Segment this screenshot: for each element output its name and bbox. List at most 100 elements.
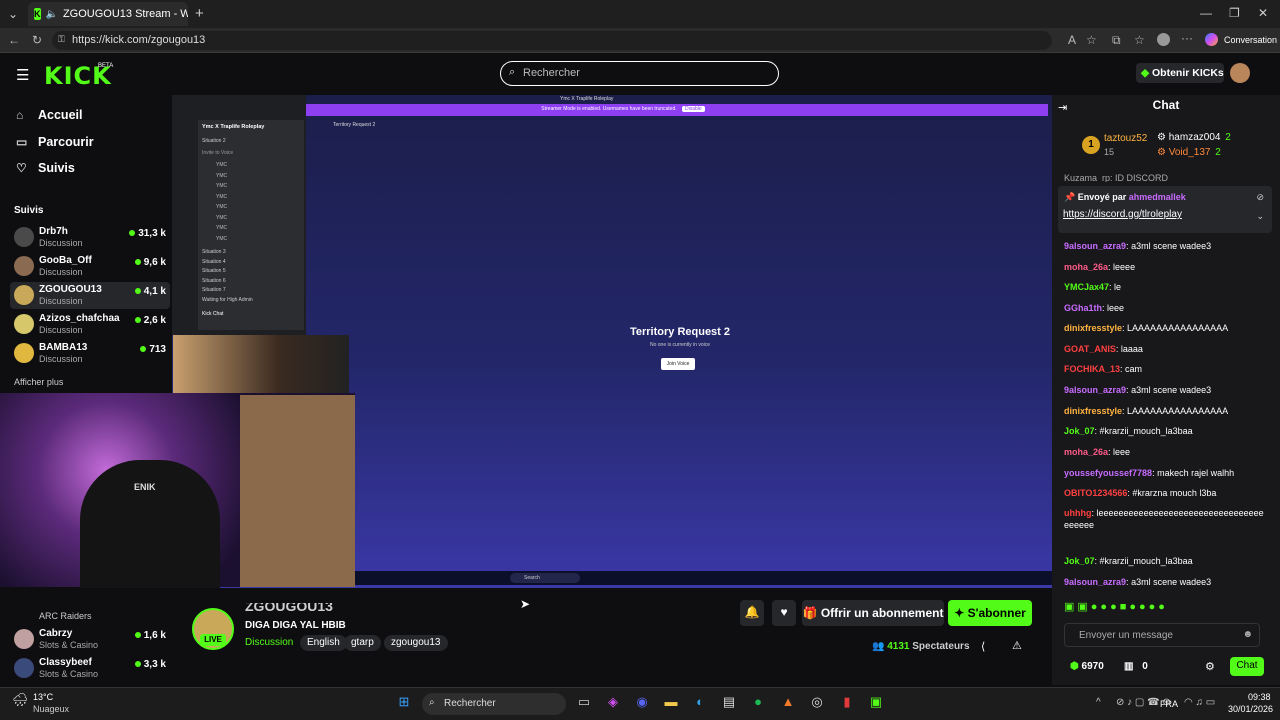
tag-zgougou13[interactable]: zgougou13 [384, 635, 448, 651]
speaker-icon[interactable]: 🔈 [46, 9, 58, 20]
chat-username[interactable]: GGha1th [1064, 303, 1102, 313]
pinned-link[interactable]: https://discord.gg/tlroleplay [1063, 209, 1182, 220]
store-icon[interactable]: ▤ [719, 694, 739, 714]
favorites-icon[interactable]: ☆ [1134, 33, 1145, 47]
chat-username[interactable]: 9alsoun_azra9 [1064, 385, 1126, 395]
sidebar-channel-bamba13[interactable]: BAMBA13 Discussion 713 [10, 340, 170, 367]
subscribe-button[interactable]: ✦ S'abonner [948, 600, 1032, 626]
notification-bell-button[interactable]: 🔔 [740, 600, 764, 626]
steam-icon[interactable]: ◎ [807, 694, 827, 714]
read-aloud-icon[interactable]: A [1068, 33, 1076, 47]
network-volume-icons[interactable]: ◠ ♫ ▭ [1184, 697, 1215, 708]
file-explorer-icon[interactable]: ▬ [661, 694, 681, 714]
chat-username[interactable]: GOAT_ANIS [1064, 344, 1116, 354]
chat-username[interactable]: dinixfresstyle [1064, 406, 1122, 416]
chat-username[interactable]: dinixfresstyle [1064, 323, 1122, 333]
chat-username[interactable]: 9alsoun_azra9 [1064, 241, 1126, 251]
tag-english[interactable]: English [300, 635, 347, 651]
nav-following[interactable]: ♡ Suivis [16, 161, 75, 175]
follow-button[interactable]: ♥ [772, 600, 796, 626]
site-info-icon[interactable]: ⚿ [58, 34, 65, 45]
streamer-name[interactable]: ZGOUGOU13 [245, 603, 333, 616]
pinned-message[interactable]: 📌 Envoyé par ahmedmallek https://discord… [1058, 186, 1272, 233]
channel-points[interactable]: ⬢ 6970 [1070, 661, 1104, 672]
stream-category[interactable]: Discussion [245, 637, 293, 648]
taskbar-search[interactable]: ⌕ Rechercher [422, 693, 566, 715]
chat-username[interactable]: Jok_07 [1064, 426, 1095, 436]
minimize-icon[interactable]: — [1200, 6, 1212, 20]
share-icon[interactable]: ⟨ [981, 640, 985, 653]
gift-sub-button[interactable]: 🎁 Offrir un abonnement [802, 600, 944, 626]
chat-settings-icon[interactable]: ⚙ [1205, 660, 1215, 673]
top-gifter-3[interactable]: ⚙ Void_137 2 [1157, 147, 1221, 158]
gift-count[interactable]: ▥ 0 [1124, 661, 1148, 672]
back-icon[interactable]: ← [8, 33, 20, 47]
extensions-icon[interactable]: ⧉ [1112, 33, 1121, 48]
maximize-icon[interactable]: ❐ [1229, 6, 1240, 20]
emote-bar[interactable]: ▣▣●●●■●●●● [1064, 600, 1264, 616]
kick-app-icon[interactable]: ▣ [866, 694, 886, 714]
chat-username[interactable]: moha_26a [1064, 447, 1108, 457]
channel-name: Drb7h [39, 226, 68, 237]
chat-username[interactable]: 9alsoun_azra9 [1064, 577, 1126, 587]
chat-username[interactable]: youssefyoussef7788 [1064, 468, 1152, 478]
clock-time[interactable]: 09:38 [1248, 692, 1271, 702]
app-icon[interactable]: ▲ [778, 694, 798, 714]
get-kicks-button[interactable]: ◆ Obtenir KICKs [1136, 63, 1224, 83]
sidebar-channel-cabrzy[interactable]: Cabrzy Slots & Casino 1,6 k [10, 626, 170, 653]
favorite-star-icon[interactable]: ☆ [1086, 33, 1097, 47]
sidebar-channel-gooba[interactable]: GooBa_Off Discussion 9,6 k [10, 253, 170, 280]
chat-username[interactable]: YMCJax47 [1064, 282, 1109, 292]
user-avatar[interactable] [1230, 63, 1250, 83]
sidebar-channel-azizos[interactable]: Azizos_chafchaa Discussion 2,6 k [10, 311, 170, 338]
app-red-icon[interactable]: ▮ [837, 694, 857, 714]
windows-start-icon[interactable]: ⊞ [394, 694, 414, 714]
hamburger-menu-icon[interactable]: ☰ [16, 66, 29, 84]
chat-message: uhhhg: leeeeeeeeeeeeeeeeeeeeeeeeeeeeeeee… [1064, 507, 1264, 531]
clock-date[interactable]: 30/01/2026 [1228, 704, 1273, 714]
tab-list-icon[interactable]: ⌄ [8, 7, 18, 21]
chat-username[interactable]: FOCHIKA_13 [1064, 364, 1120, 374]
top-gifter-2[interactable]: ⚙ hamzaz004 2 [1157, 132, 1231, 143]
task-view-icon[interactable]: ▭ [574, 694, 594, 714]
show-more-link[interactable]: Afficher plus [14, 377, 63, 387]
sidebar-channel-drb7h[interactable]: Drb7h Discussion 31,3 k [10, 224, 170, 251]
unpin-icon[interactable]: ⊘ [1256, 192, 1264, 203]
spotify-icon[interactable]: ● [748, 694, 768, 714]
top-gifter-rank-badge: 1 [1082, 136, 1100, 154]
chat-username[interactable]: Jok_07 [1064, 556, 1095, 566]
browser-tab[interactable]: K 🔈 ZGOUGOU13 Stream - Watch ✕ [28, 2, 188, 26]
copilot-icon[interactable] [1205, 33, 1218, 46]
weather-icon[interactable]: 🌧 [12, 692, 29, 708]
chat-message: Jok_07: #krarzii_mouch_la3baa [1064, 555, 1264, 567]
tray-chevron-icon[interactable]: ^ [1096, 697, 1101, 708]
edge-icon[interactable]: ◐ [690, 694, 710, 714]
chat-username[interactable]: uhhhg [1064, 508, 1092, 518]
window-close-icon[interactable]: ✕ [1258, 6, 1268, 20]
report-icon[interactable]: ⚠ [1012, 639, 1022, 652]
chat-username[interactable]: moha_26a [1064, 262, 1108, 272]
top-gifter-1-name[interactable]: taztouz52 [1104, 133, 1147, 144]
profile-avatar[interactable] [1157, 33, 1170, 46]
discord-icon[interactable]: ◉ [632, 694, 652, 714]
emoji-icon[interactable]: ☻ [1242, 629, 1253, 640]
conversation-button[interactable]: Conversation [1224, 35, 1277, 45]
chat-message: Jok_07: #krarzii_mouch_la3baa [1064, 425, 1264, 437]
chat-input[interactable]: Envoyer un message ☻ [1064, 623, 1260, 647]
nav-browse[interactable]: ▭ Parcourir [16, 135, 94, 149]
viewer-count: 713 [140, 344, 166, 355]
nav-home[interactable]: ⌂ Accueil [16, 108, 82, 122]
sidebar-channel-zgougou13[interactable]: ZGOUGOU13 Discussion 4,1 k [10, 282, 170, 309]
language-indicator[interactable]: FRA [1160, 699, 1178, 709]
url-field[interactable]: ⚿ https://kick.com/zgougou13 [52, 31, 1052, 50]
sidebar-channel-classybeef[interactable]: Classybeef Slots & Casino 3,3 k [10, 655, 170, 682]
copilot-taskbar-icon[interactable]: ◈ [603, 694, 623, 714]
send-chat-button[interactable]: Chat [1230, 657, 1264, 676]
refresh-icon[interactable]: ↻ [32, 33, 42, 47]
chat-username[interactable]: OBITO1234566 [1064, 488, 1127, 498]
more-options-icon[interactable]: ··· [1181, 31, 1193, 45]
expand-chevron-icon[interactable]: ⌄ [1256, 211, 1264, 222]
tag-gtarp[interactable]: gtarp [344, 635, 381, 651]
new-tab-icon[interactable]: + [195, 5, 204, 22]
search-input[interactable]: ⌕ Rechercher [500, 61, 779, 86]
